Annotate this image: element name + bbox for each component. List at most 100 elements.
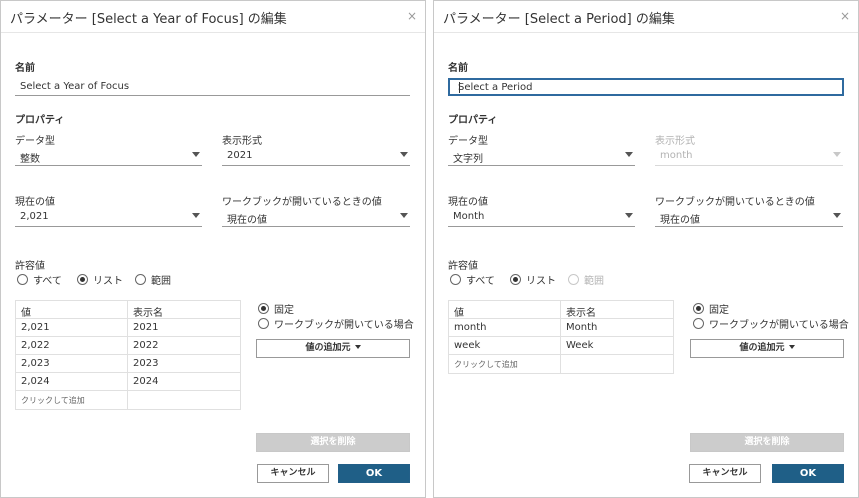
table-row[interactable]: 2,023 2023 xyxy=(16,355,240,373)
chevron-down-icon xyxy=(400,152,408,157)
table-cell-value[interactable]: month xyxy=(449,319,561,336)
table-add-row[interactable]: クリックして追加 xyxy=(449,355,673,373)
radio-allowable-range[interactable]: 範囲 xyxy=(135,272,171,287)
table-cell-value[interactable]: week xyxy=(449,337,561,354)
table-row[interactable]: 2,024 2024 xyxy=(16,373,240,391)
chevron-down-icon xyxy=(192,213,200,218)
chevron-down-icon xyxy=(192,152,200,157)
ok-button[interactable]: OK xyxy=(338,464,410,483)
workbook-open-dropdown[interactable]: 現在の値 xyxy=(655,207,843,227)
table-add-row[interactable]: クリックして追加 xyxy=(16,391,240,409)
close-icon[interactable]: × xyxy=(840,9,850,23)
dialog-titlebar[interactable]: パラメーター [Select a Period] の編集 × xyxy=(434,1,858,33)
click-to-add[interactable]: クリックして追加 xyxy=(449,355,561,373)
column-header-value[interactable]: 値 xyxy=(449,301,561,318)
radio-allowable-all[interactable]: すべて xyxy=(17,272,62,287)
table-cell-empty[interactable] xyxy=(128,391,240,409)
properties-heading: プロパティ xyxy=(15,115,65,126)
workbook-open-value: 現在の値 xyxy=(660,215,700,226)
display-format-value: 2021 xyxy=(227,150,253,161)
radio-off-icon xyxy=(568,274,579,285)
data-type-label: データ型 xyxy=(15,136,55,147)
radio-allowable-list[interactable]: リスト xyxy=(77,272,123,287)
data-type-dropdown[interactable]: 文字列 xyxy=(448,146,635,166)
values-table: 値 表示名 2,021 2021 2,022 2022 2,023 2023 2… xyxy=(15,300,241,410)
radio-off-icon xyxy=(450,274,461,285)
name-input[interactable]: Select a Year of Focus xyxy=(15,78,410,96)
add-values-from-button[interactable]: 値の追加元 xyxy=(690,339,844,358)
radio-source-workbook-open[interactable]: ワークブックが開いている場合 xyxy=(258,316,414,331)
chevron-down-icon xyxy=(833,152,841,157)
parameter-dialog-year-of-focus: パラメーター [Select a Year of Focus] の編集 × 名前… xyxy=(0,0,426,498)
name-label: 名前 xyxy=(15,63,35,74)
name-input-value: Select a Year of Focus xyxy=(20,81,130,92)
radio-on-icon xyxy=(258,303,269,314)
add-values-from-button[interactable]: 値の追加元 xyxy=(256,339,410,358)
table-header-row: 値 表示名 xyxy=(449,301,673,319)
click-to-add[interactable]: クリックして追加 xyxy=(16,391,128,409)
ok-button[interactable]: OK xyxy=(772,464,844,483)
table-cell-display-name[interactable]: 2023 xyxy=(128,355,240,372)
clear-selection-button[interactable]: 選択を削除 xyxy=(256,433,410,452)
table-row[interactable]: 2,022 2022 xyxy=(16,337,240,355)
current-value-label: 現在の値 xyxy=(15,197,55,208)
radio-source-workbook-open[interactable]: ワークブックが開いている場合 xyxy=(693,316,849,331)
caret-down-icon xyxy=(788,345,795,349)
values-table: 値 表示名 month Month week Week クリックして追加 xyxy=(448,300,674,374)
close-icon[interactable]: × xyxy=(407,9,417,23)
data-type-label: データ型 xyxy=(448,136,488,147)
current-value-value: 2,021 xyxy=(20,211,49,222)
table-cell-display-name[interactable]: 2024 xyxy=(128,373,240,390)
table-cell-value[interactable]: 2,022 xyxy=(16,337,128,354)
table-cell-display-name[interactable]: Month xyxy=(561,319,673,336)
table-cell-empty[interactable] xyxy=(561,355,673,373)
display-format-dropdown: month xyxy=(655,146,843,166)
current-value-dropdown[interactable]: Month xyxy=(448,207,635,227)
dialog-title: パラメーター [Select a Year of Focus] の編集 xyxy=(10,12,287,27)
chevron-down-icon xyxy=(625,152,633,157)
radio-off-icon xyxy=(135,274,146,285)
table-cell-display-name[interactable]: 2022 xyxy=(128,337,240,354)
radio-allowable-range: 範囲 xyxy=(568,272,604,287)
caret-down-icon xyxy=(354,345,361,349)
radio-allowable-list[interactable]: リスト xyxy=(510,272,556,287)
radio-off-icon xyxy=(258,318,269,329)
current-value-value: Month xyxy=(453,211,485,222)
table-row[interactable]: week Week xyxy=(449,337,673,355)
display-format-label: 表示形式 xyxy=(222,136,262,147)
data-type-value: 整数 xyxy=(20,154,40,165)
name-label: 名前 xyxy=(448,63,468,74)
display-format-dropdown[interactable]: 2021 xyxy=(222,146,410,166)
display-format-label: 表示形式 xyxy=(655,136,695,147)
table-row[interactable]: 2,021 2021 xyxy=(16,319,240,337)
allowable-values-label: 許容値 xyxy=(448,261,478,272)
column-header-display-name[interactable]: 表示名 xyxy=(561,301,673,318)
dialog-titlebar[interactable]: パラメーター [Select a Year of Focus] の編集 × xyxy=(1,1,425,33)
table-cell-value[interactable]: 2,024 xyxy=(16,373,128,390)
table-cell-display-name[interactable]: 2021 xyxy=(128,319,240,336)
table-row[interactable]: month Month xyxy=(449,319,673,337)
cancel-button[interactable]: キャンセル xyxy=(257,464,329,483)
radio-allowable-all[interactable]: すべて xyxy=(450,272,495,287)
cancel-button[interactable]: キャンセル xyxy=(689,464,761,483)
current-value-label: 現在の値 xyxy=(448,197,488,208)
data-type-value: 文字列 xyxy=(453,154,483,165)
radio-source-fixed[interactable]: 固定 xyxy=(693,301,729,316)
current-value-dropdown[interactable]: 2,021 xyxy=(15,207,202,227)
chevron-down-icon xyxy=(625,213,633,218)
column-header-value[interactable]: 値 xyxy=(16,301,128,318)
clear-selection-button[interactable]: 選択を削除 xyxy=(690,433,844,452)
name-input-value: Select a Period xyxy=(458,82,533,93)
name-input[interactable]: Select a Period xyxy=(448,78,844,96)
chevron-down-icon xyxy=(400,213,408,218)
radio-source-fixed[interactable]: 固定 xyxy=(258,301,294,316)
table-cell-value[interactable]: 2,021 xyxy=(16,319,128,336)
table-cell-display-name[interactable]: Week xyxy=(561,337,673,354)
workbook-open-label: ワークブックが開いているときの値 xyxy=(655,197,815,208)
workbook-open-dropdown[interactable]: 現在の値 xyxy=(222,207,410,227)
workbook-open-value: 現在の値 xyxy=(227,215,267,226)
column-header-display-name[interactable]: 表示名 xyxy=(128,301,240,318)
table-cell-value[interactable]: 2,023 xyxy=(16,355,128,372)
radio-off-icon xyxy=(693,318,704,329)
data-type-dropdown[interactable]: 整数 xyxy=(15,146,202,166)
